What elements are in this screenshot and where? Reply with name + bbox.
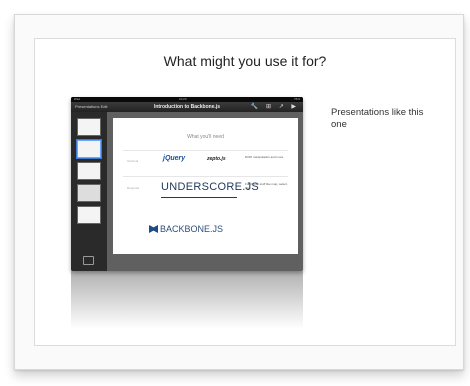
- ipad-nav-bar: Presentations Edit Introduction to Backb…: [71, 102, 303, 112]
- optional-row: Optional jQuery zepto.js DOM manipulatio…: [123, 150, 288, 173]
- slide-caption: Presentations like this one: [331, 107, 424, 130]
- slide-thumbnail: [77, 184, 101, 202]
- jquery-logo: jQuery: [163, 155, 186, 162]
- required-row: Required UNDERSCORE.JS Functional stuff …: [123, 176, 288, 203]
- inner-slide: What you'll need Optional jQuery zepto.j…: [113, 118, 298, 254]
- ipad-reflection: [71, 271, 303, 329]
- add-slide-icon: [83, 256, 94, 265]
- optional-label: Optional: [127, 159, 139, 163]
- ipad-screenshot: iPad 10:23 76% Presentations Edit Introd…: [71, 97, 303, 271]
- dom-text: DOM manipulation and more: [245, 155, 284, 159]
- slide-thumbnail-selected: [77, 140, 101, 158]
- backbone-icon: [149, 225, 158, 233]
- inner-heading: What you'll need: [187, 134, 224, 140]
- slide-thumbnail: [77, 206, 101, 224]
- slide: What might you use it for? Presentations…: [34, 38, 456, 346]
- nav-tools: 🔧 ⊞ ↗ ▶: [250, 104, 299, 110]
- slide-canvas: What you'll need Optional jQuery zepto.j…: [107, 112, 303, 271]
- slide-thumbnail: [77, 118, 101, 136]
- slide-thumbnail: [77, 162, 101, 180]
- status-battery: 76%: [293, 97, 300, 101]
- status-time: 10:23: [179, 97, 187, 101]
- backbone-logo: BACKBONE.JS: [149, 224, 223, 234]
- backbone-label: BACKBONE.JS: [160, 224, 224, 234]
- functional-text: Functional stuff like map, select, filte…: [245, 182, 288, 190]
- slide-title: What might you use it for?: [163, 53, 327, 69]
- underscore-underline: [161, 197, 237, 198]
- slide-thumbnails-sidebar: [71, 112, 107, 271]
- zepto-logo: zepto.js: [207, 156, 226, 162]
- required-label: Required: [127, 186, 140, 190]
- status-left: iPad: [74, 97, 81, 101]
